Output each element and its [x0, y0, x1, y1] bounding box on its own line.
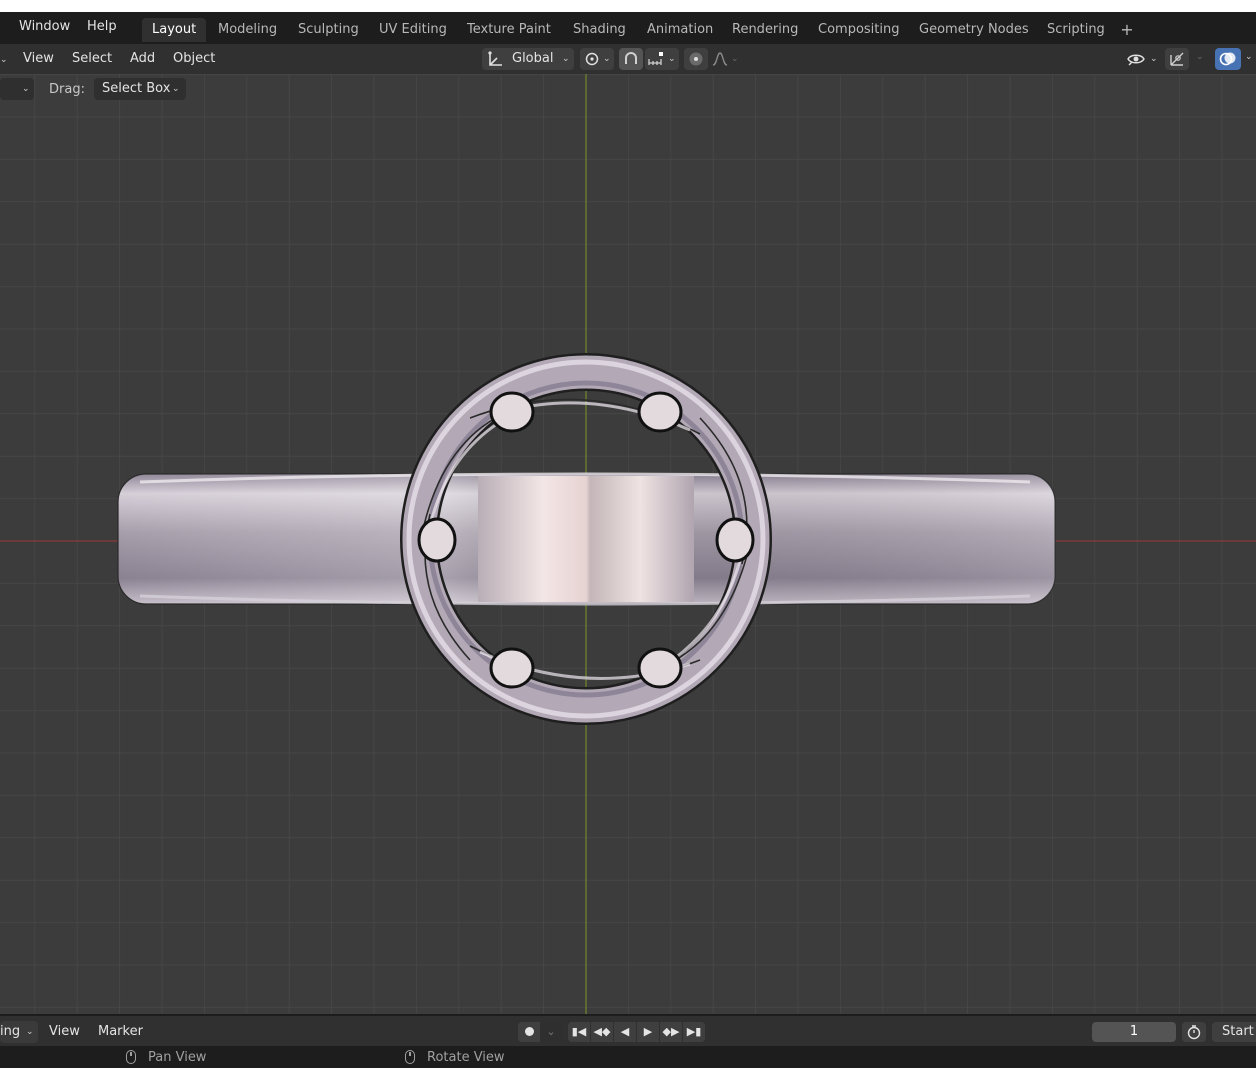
timeline-menu-marker[interactable]: Marker: [98, 1024, 143, 1039]
jump-end-button[interactable]: ▶▮: [683, 1022, 705, 1042]
transform-orientation-dropdown[interactable]: Global ⌄: [482, 48, 574, 70]
plus-icon[interactable]: +: [1118, 18, 1136, 42]
drag-value: Select Box: [102, 81, 171, 96]
stone[interactable]: [637, 647, 683, 689]
stone[interactable]: [489, 647, 535, 689]
tab-texture-paint[interactable]: Texture Paint: [457, 18, 561, 42]
status-rotate: Rotate View: [405, 1050, 505, 1065]
record-icon: [524, 1027, 534, 1036]
top-bar: Window Help Layout Modeling Sculpting UV…: [0, 0, 1256, 44]
mouse-middle-icon: [405, 1050, 415, 1064]
current-frame-field[interactable]: 1: [1092, 1022, 1176, 1042]
chevron-down-icon: ⌄: [546, 1025, 556, 1038]
start-frame-field[interactable]: Start: [1212, 1022, 1256, 1042]
falloff-icon: [712, 52, 728, 66]
chevron-down-icon: ⌄: [22, 84, 30, 94]
jump-end-icon: ▶▮: [686, 1025, 702, 1038]
ring-band[interactable]: [117, 472, 1056, 606]
tab-compositing[interactable]: Compositing: [808, 18, 910, 42]
tab-uv-editing[interactable]: UV Editing: [369, 18, 457, 42]
chevron-down-icon: ⌄: [603, 54, 611, 64]
snap-toggle[interactable]: [619, 48, 643, 70]
transform-orientation-icon: [488, 51, 502, 66]
overlay-dropdown[interactable]: ⌄: [1245, 52, 1253, 62]
tab-scripting[interactable]: Scripting: [1037, 18, 1115, 42]
3d-viewport[interactable]: ⌄ Drag: Select Box ⌄: [0, 74, 1256, 1014]
falloff-dropdown[interactable]: ⌄: [710, 48, 742, 70]
tab-geometry-nodes[interactable]: Geometry Nodes: [909, 18, 1039, 42]
editor-type-dropdown[interactable]: ⌄: [0, 51, 8, 66]
snap-increment-icon: [648, 52, 663, 65]
status-bar: Pan View Rotate View: [0, 1046, 1256, 1068]
tab-layout[interactable]: Layout: [142, 18, 207, 42]
snap-target-dropdown[interactable]: ⌄: [645, 48, 679, 70]
auto-keying-toggle[interactable]: [518, 1022, 540, 1042]
chevron-down-icon: ⌄: [562, 54, 570, 64]
visibility-icon: [1127, 54, 1145, 66]
menu-select[interactable]: Select: [72, 51, 112, 66]
transform-orientation-label: Global: [512, 51, 554, 66]
stopwatch-icon: [1187, 1025, 1201, 1040]
pivot-point-dropdown[interactable]: ⌄: [580, 48, 614, 70]
viewport-canvas[interactable]: [0, 74, 1256, 1014]
menu-window[interactable]: Window: [19, 19, 70, 34]
stone[interactable]: [715, 517, 755, 563]
rotate-view-label: Rotate View: [427, 1050, 505, 1065]
prev-keyframe-icon: ◀◆: [593, 1025, 611, 1038]
proportional-edit-toggle[interactable]: [684, 48, 708, 70]
gizmo-toggle[interactable]: [1165, 48, 1189, 70]
menu-add[interactable]: Add: [130, 51, 155, 66]
window-title-strip: [0, 0, 1256, 12]
gizmo-dropdown[interactable]: ⌄: [1196, 52, 1204, 62]
chevron-down-icon: ⌄: [668, 54, 676, 64]
prev-keyframe-button[interactable]: ◀◆: [591, 1022, 613, 1042]
menu-object[interactable]: Object: [173, 51, 215, 66]
play-reverse-button[interactable]: ◀: [614, 1022, 636, 1042]
timeline-menu-view[interactable]: View: [49, 1024, 80, 1039]
drag-label: Drag:: [49, 82, 85, 97]
next-keyframe-icon: ◆▶: [662, 1025, 680, 1038]
snap-icon: [625, 52, 637, 64]
pivot-icon: [585, 52, 599, 66]
next-keyframe-button[interactable]: ◆▶: [660, 1022, 682, 1042]
pan-view-label: Pan View: [148, 1050, 207, 1065]
timeline-header: ing ⌄ View Marker ⌄ ▮◀ ◀◆ ◀ ▶ ◆▶ ▶▮ 1 St…: [0, 1014, 1256, 1046]
stone[interactable]: [637, 391, 683, 433]
stone[interactable]: [489, 391, 535, 433]
chevron-down-icon: ⌄: [731, 54, 739, 64]
chevron-down-icon: ⌄: [26, 1027, 34, 1037]
overlay-toggle[interactable]: [1215, 48, 1241, 70]
visibility-dropdown[interactable]: ⌄: [1124, 48, 1160, 70]
play-button[interactable]: ▶: [637, 1022, 659, 1042]
menu-help[interactable]: Help: [87, 19, 117, 34]
mouse-middle-icon: [126, 1050, 136, 1064]
chevron-down-icon: ⌄: [172, 84, 180, 94]
status-pan: Pan View: [126, 1050, 206, 1065]
jump-start-icon: ▮◀: [571, 1025, 587, 1038]
jump-start-button[interactable]: ▮◀: [568, 1022, 590, 1042]
keying-dropdown[interactable]: ⌄: [540, 1022, 562, 1042]
stopwatch-toggle[interactable]: [1182, 1022, 1206, 1042]
tab-shading[interactable]: Shading: [563, 18, 636, 42]
tab-modeling[interactable]: Modeling: [208, 18, 287, 42]
proportional-edit-icon: [689, 52, 703, 66]
play-icon: ▶: [643, 1025, 653, 1038]
drag-dropdown[interactable]: Select Box ⌄: [94, 78, 186, 100]
tab-animation[interactable]: Animation: [637, 18, 723, 42]
tab-rendering[interactable]: Rendering: [722, 18, 808, 42]
stone[interactable]: [417, 517, 457, 563]
gizmo-icon: [1170, 52, 1184, 66]
overlay-icon: [1219, 52, 1236, 66]
tab-sculpting[interactable]: Sculpting: [288, 18, 369, 42]
viewport-header: ⌄ View Select Add Object Global ⌄ ⌄ ⌄ ⌄ …: [0, 44, 1256, 74]
menu-view[interactable]: View: [23, 51, 54, 66]
timeline-mode-dropdown[interactable]: ing ⌄: [0, 1021, 38, 1043]
mode-dropdown[interactable]: ⌄: [0, 78, 34, 100]
play-reverse-icon: ◀: [620, 1025, 630, 1038]
timeline-mode-label: ing: [0, 1024, 21, 1039]
chevron-down-icon: ⌄: [1150, 54, 1158, 64]
